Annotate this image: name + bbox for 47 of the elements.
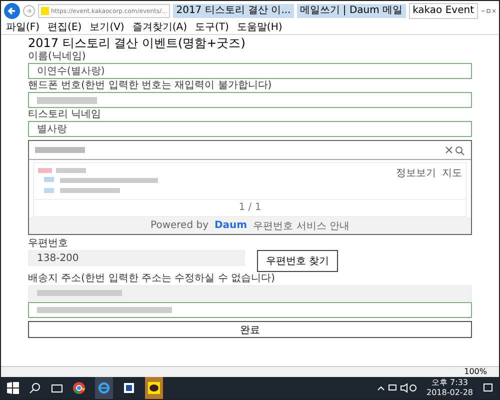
postcode-field[interactable]: 138-200	[28, 250, 245, 266]
site-icon	[41, 7, 49, 15]
clock-date: 2018-02-28	[426, 388, 473, 398]
menu-item[interactable]: 즐겨찾기(A)	[132, 21, 187, 34]
page-title: 2017 티스토리 결산 이벤트(명함+굿즈)	[28, 36, 246, 50]
input-field[interactable]: 이연수(별사랑)	[28, 63, 472, 79]
input-field[interactable]: 별사랑	[28, 121, 472, 137]
task-view-icon[interactable]	[51, 382, 63, 394]
detail-address-field[interactable]	[28, 302, 472, 318]
menu-item[interactable]: 파일(F)	[6, 21, 40, 34]
field-label: 배송지 주소(한번 입력한 주소는 수정하실 수 없습니다)	[28, 273, 275, 284]
start-icon[interactable]	[7, 382, 19, 394]
powered-by-text: Powered by	[150, 220, 208, 231]
brand-logo: Daum	[214, 220, 248, 231]
clock-time: 오후 7:33	[431, 378, 468, 388]
notification-icon[interactable]	[483, 383, 493, 393]
blurred-text-drawing	[35, 147, 85, 153]
menu-item[interactable]: 편집(E)	[48, 21, 82, 34]
result-link[interactable]: 정보보기	[396, 166, 436, 180]
field-label: 이름(닉네임)	[28, 51, 86, 62]
submit-button[interactable]: 완료	[28, 321, 472, 338]
search-icon[interactable]	[29, 382, 41, 394]
page-indicator: 1 / 1	[238, 201, 262, 215]
input-field[interactable]	[28, 92, 472, 108]
field-label: 핸드폰 번호(한번 입력한 번호는 재입력이 불가합니다)	[28, 80, 272, 91]
back-button[interactable]	[4, 3, 20, 19]
chat-bubble-icon[interactable]	[148, 382, 160, 394]
service-link[interactable]: 우편번호 서비스 안내	[253, 218, 350, 232]
menu-item[interactable]: 보기(V)	[90, 21, 124, 34]
address-field[interactable]	[28, 285, 472, 301]
menu-item[interactable]: 도움말(H)	[236, 21, 282, 34]
menu-item[interactable]: 도구(T)	[195, 21, 229, 34]
blurred-text-drawing	[37, 96, 97, 104]
find-postcode-button[interactable]: 우편번호 찾기	[257, 250, 338, 272]
browser-tab[interactable]: kakao Event	[408, 3, 478, 19]
chrome-icon[interactable]	[73, 382, 85, 394]
result-link[interactable]: 지도	[442, 166, 462, 180]
browser-tab[interactable]: 메일쓰기 | Daum 메일	[296, 4, 406, 18]
zoom-level[interactable]: 100%	[464, 367, 487, 377]
field-label: 티스토리 닉네임	[28, 109, 102, 120]
window-controls-icon[interactable]	[481, 6, 496, 16]
clear-search-icon[interactable]	[445, 146, 465, 154]
browser-e-icon[interactable]	[98, 382, 110, 394]
browser-tab[interactable]: 2017 티스토리 결산 이...	[173, 4, 294, 18]
system-tray-icon[interactable]	[376, 383, 416, 393]
field-label: 우편번호	[28, 238, 68, 249]
app-icon[interactable]	[123, 382, 135, 394]
